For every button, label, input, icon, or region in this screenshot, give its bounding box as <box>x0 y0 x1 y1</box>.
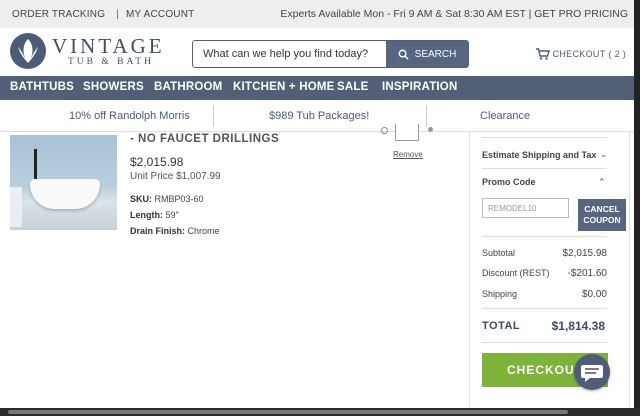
logo-leaf-icon <box>10 33 46 69</box>
sku-label: SKU: <box>130 194 152 204</box>
product-price: $2,015.98 <box>130 155 184 169</box>
product-image[interactable] <box>10 135 117 230</box>
promo-code-input[interactable] <box>482 198 569 218</box>
quantity-input[interactable] <box>395 124 419 141</box>
promo-link-randolph-morris[interactable]: 10% off Randolph Morris <box>69 110 190 122</box>
nav-item-inspiration[interactable]: INSPIRATION <box>382 81 457 93</box>
main-nav: BATHTUBS SHOWERS BATHROOM KITCHEN + HOME… <box>0 76 640 100</box>
search-icon <box>398 49 409 60</box>
drain-value: Chrome <box>187 226 220 236</box>
nav-item-bathtubs[interactable]: BATHTUBS <box>10 81 74 93</box>
scrollbar-thumb[interactable] <box>8 410 568 414</box>
chevron-up-icon[interactable]: ⌃ <box>598 177 606 188</box>
discount-value: -$201.60 <box>567 268 607 279</box>
divider <box>482 342 607 343</box>
subtotal-row: Subtotal $2,015.98 <box>482 248 608 259</box>
divider <box>482 308 607 309</box>
nav-item-bathroom[interactable]: BATHROOM <box>154 81 222 93</box>
cancel-coupon-button[interactable]: CANCEL COUPON <box>578 199 626 231</box>
discount-label: Discount (REST) <box>482 268 550 278</box>
total-value: $1,814.38 <box>551 319 605 333</box>
divider <box>482 168 607 169</box>
nav-item-kitchen-home[interactable]: KITCHEN + HOME <box>233 81 335 93</box>
site-header: VINTAGE TUB & BATH SEARCH CHECKOUT ( 2 ) <box>0 28 640 76</box>
subtotal-value: $2,015.98 <box>562 248 608 259</box>
order-tracking-link[interactable]: ORDER TRACKING <box>12 9 105 20</box>
total-label: TOTAL <box>482 320 521 332</box>
cart-label: CHECKOUT <box>552 49 606 59</box>
product-name[interactable]: - NO FAUCET DRILLINGS <box>130 133 279 145</box>
cart-checkout-link[interactable]: CHECKOUT ( 2 ) <box>535 48 626 60</box>
promo-divider <box>426 106 427 126</box>
drain-label: Drain Finish: <box>130 226 186 236</box>
product-drain-finish: Drain Finish: Chrome <box>130 226 220 236</box>
logo-subtitle: TUB & BATH <box>68 57 154 67</box>
site-logo[interactable]: VINTAGE TUB & BATH <box>10 33 170 71</box>
promo-bar: 10% off Randolph Morris $989 Tub Package… <box>0 100 640 132</box>
length-label: Length: <box>130 210 163 220</box>
announcement-text[interactable]: Experts Available Mon - Fri 9 AM & Sat 8… <box>280 8 628 20</box>
divider <box>482 137 607 138</box>
shipping-label: Shipping <box>482 289 518 299</box>
image-bathtub <box>30 179 100 209</box>
horizontal-scrollbar[interactable] <box>0 408 640 416</box>
shipping-row: Shipping $0.00 <box>482 289 607 300</box>
discount-row: Discount (REST) -$201.60 <box>482 268 607 279</box>
product-length: Length: 59" <box>130 210 179 220</box>
promo-divider <box>213 106 214 126</box>
search-button-label: SEARCH <box>414 48 457 60</box>
logo-brand: VINTAGE <box>52 34 165 58</box>
chat-button[interactable] <box>574 354 610 390</box>
shipping-value: $0.00 <box>581 289 607 300</box>
my-account-link[interactable]: MY ACCOUNT <box>126 9 195 20</box>
divider <box>482 236 607 237</box>
estimate-shipping-toggle[interactable]: Estimate Shipping and Tax <box>482 150 596 160</box>
remove-item-link[interactable]: Remove <box>393 150 423 159</box>
nav-item-sale[interactable]: SALE <box>337 81 368 93</box>
promo-link-tub-packages[interactable]: $989 Tub Packages! <box>269 110 369 122</box>
search-bar: SEARCH <box>192 40 469 68</box>
promo-link-clearance[interactable]: Clearance <box>480 110 530 122</box>
image-stool <box>10 187 22 227</box>
qty-increase-button[interactable] <box>428 127 433 132</box>
subtotal-label: Subtotal <box>482 248 516 258</box>
cart-icon <box>535 48 550 60</box>
promo-code-heading: Promo Code <box>482 177 536 187</box>
search-button[interactable]: SEARCH <box>386 41 468 67</box>
vertical-scrollbar[interactable] <box>634 0 640 416</box>
chat-bubble-icon <box>581 365 603 382</box>
nav-item-showers[interactable]: SHOWERS <box>83 81 144 93</box>
utility-bar: ORDER TRACKING | MY ACCOUNT Experts Avai… <box>0 0 640 28</box>
cart-count: ( 2 ) <box>608 49 626 59</box>
product-unit-price: Unit Price $1,007.99 <box>130 171 221 182</box>
sku-value: RMBP03-60 <box>154 194 204 204</box>
chevron-down-icon[interactable]: ⌄ <box>600 149 608 160</box>
qty-decrease-button[interactable] <box>381 127 388 134</box>
divider: | <box>116 9 119 20</box>
search-input[interactable] <box>193 41 386 67</box>
length-value: 59" <box>165 210 179 220</box>
product-sku: SKU: RMBP03-60 <box>130 194 204 204</box>
account-links: ORDER TRACKING | MY ACCOUNT <box>12 9 198 20</box>
